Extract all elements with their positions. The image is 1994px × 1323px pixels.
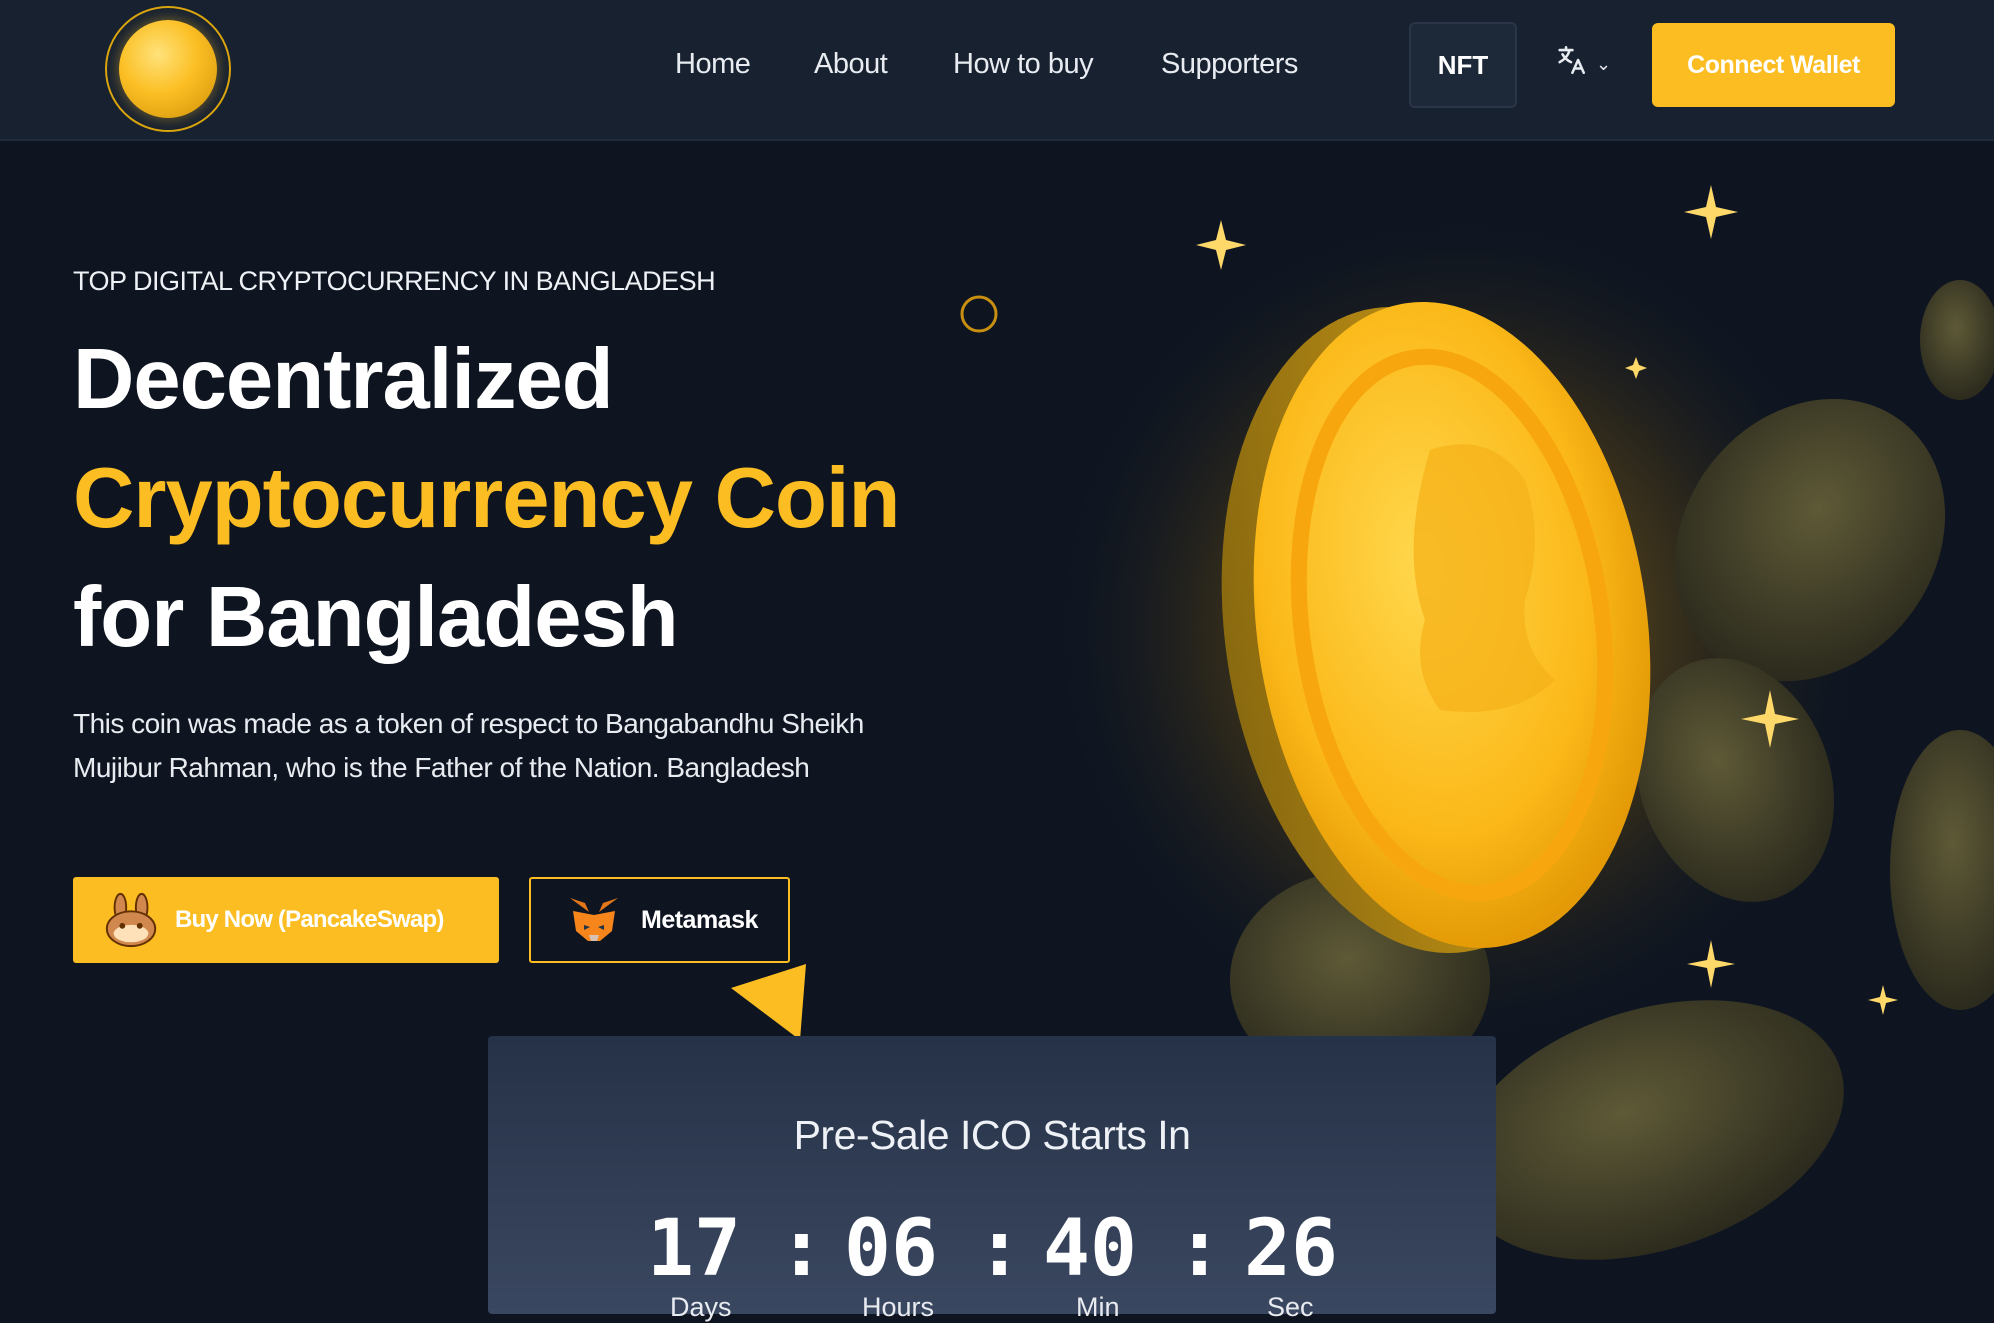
logo-coin-icon[interactable] [105,6,231,132]
hero-title-line-2: Cryptocurrency Coin [73,451,900,546]
chevron-down-icon: ⌄ [1596,53,1612,74]
translate-icon [1554,43,1588,85]
background-coin [1636,658,1834,902]
pancakeswap-bunny-icon [103,891,161,949]
countdown-separator: : [1176,1204,1223,1294]
countdown-seconds-label: Sec [1267,1292,1314,1322]
sparkles [1196,185,1898,1015]
countdown-title: Pre-Sale ICO Starts In [793,1112,1191,1158]
countdown-minutes: 40 [1043,1204,1137,1294]
nav-about[interactable]: About [814,48,888,81]
countdown-separator: : [976,1204,1023,1294]
countdown-seconds: 26 [1244,1204,1338,1294]
connect-wallet-button[interactable]: Connect Wallet [1652,23,1895,107]
nav-supporters[interactable]: Supporters [1161,48,1298,81]
top-nav-bar: Home About How to buy Supporters NFT ⌄ C… [0,0,1994,141]
buy-now-label: Buy Now (PancakeSwap) [175,906,444,933]
metamask-button[interactable]: Metamask [529,877,790,963]
countdown-timer: 17 : 06 : 40 : 26 [488,1204,1496,1294]
background-coin [1890,730,1994,1010]
background-coin [1674,398,1946,682]
nav-how-to-buy[interactable]: How to buy [953,48,1094,81]
countdown-hours-label: Hours [862,1292,935,1322]
nft-button[interactable]: NFT [1409,22,1517,108]
presale-countdown-panel: Pre-Sale ICO Starts In 17 : 06 : 40 : 26… [488,1036,1496,1322]
buy-now-pancakeswap-button[interactable]: Buy Now (PancakeSwap) [73,877,499,963]
hero-title-line-3: for Bangladesh [73,570,679,665]
language-selector[interactable]: ⌄ [1554,44,1611,84]
countdown-separator: : [778,1204,825,1294]
countdown-days: 17 [647,1204,741,1294]
main-coin-rim [1221,307,1619,953]
main-coin-face [1253,302,1651,948]
hero-description: This coin was made as a token of respect… [73,708,864,783]
hero-title-line-1: Decentralized [73,332,614,427]
countdown-minutes-label: Min [1076,1292,1120,1322]
countdown-days-label: Days [670,1292,732,1322]
countdown-hours: 06 [844,1204,938,1294]
background-coin [1920,280,1994,400]
nav-home[interactable]: Home [675,48,751,81]
metamask-label: Metamask [641,905,758,934]
metamask-fox-icon [565,891,623,949]
logo-coin-face [119,20,217,118]
hero-eyebrow: TOP DIGITAL CRYPTOCURRENCY IN BANGLADESH [73,266,716,296]
